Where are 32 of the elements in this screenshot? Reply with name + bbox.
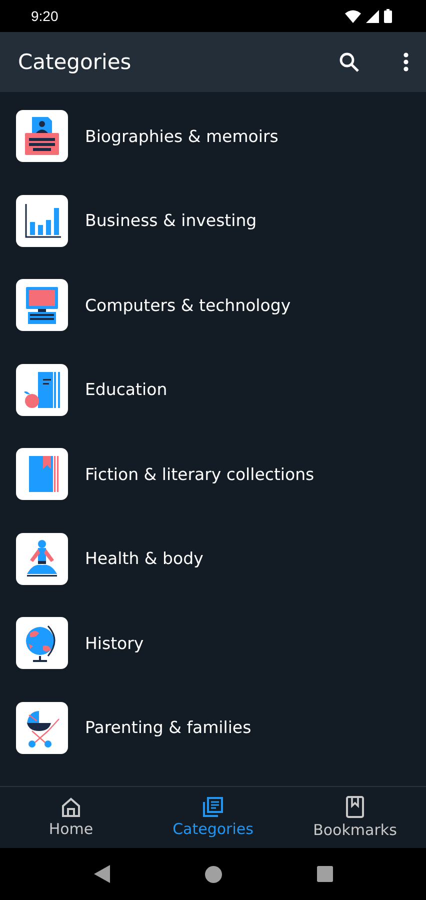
nav-tab[interactable]: Categories: [142, 787, 284, 848]
category-item[interactable]: History: [0, 601, 426, 686]
more-options-icon[interactable]: [403, 52, 409, 72]
home-circle-icon[interactable]: [204, 866, 222, 882]
search-icon[interactable]: [339, 52, 359, 72]
home-icon: [61, 797, 81, 817]
nav-tab[interactable]: Bookmarks: [284, 787, 426, 848]
wifi-icon: [345, 10, 361, 22]
category-label: Education: [85, 380, 168, 400]
category-item[interactable]: Health & body: [0, 516, 426, 601]
category-item[interactable]: Biographies & memoirs: [0, 94, 426, 178]
battery-icon: [384, 9, 392, 23]
category-item[interactable]: Parenting & families: [0, 686, 426, 770]
category-label: Parenting & families: [85, 718, 252, 738]
category-label: Computers & technology: [85, 296, 291, 315]
back-icon[interactable]: [94, 865, 110, 883]
category-item[interactable]: Business & investing: [0, 178, 426, 263]
category-label: Health & body: [85, 549, 204, 568]
category-item[interactable]: Fiction & literary collections: [0, 432, 426, 516]
category-item[interactable]: Education: [0, 348, 426, 432]
nav-tab[interactable]: Home: [0, 787, 142, 848]
recents-icon[interactable]: [316, 866, 332, 882]
app-bar-title: Categories: [18, 50, 132, 74]
bookmark-icon: [346, 796, 364, 818]
category-item[interactable]: Computers & technology: [0, 263, 426, 348]
category-label: History: [85, 634, 144, 653]
status-time: 9:20: [31, 8, 58, 24]
signal-icon: [366, 10, 379, 22]
category-label: Fiction & literary collections: [85, 464, 314, 484]
category-label: Business & investing: [85, 211, 257, 230]
stacked-pages-icon: [203, 797, 223, 817]
category-label: Biographies & memoirs: [85, 126, 278, 146]
